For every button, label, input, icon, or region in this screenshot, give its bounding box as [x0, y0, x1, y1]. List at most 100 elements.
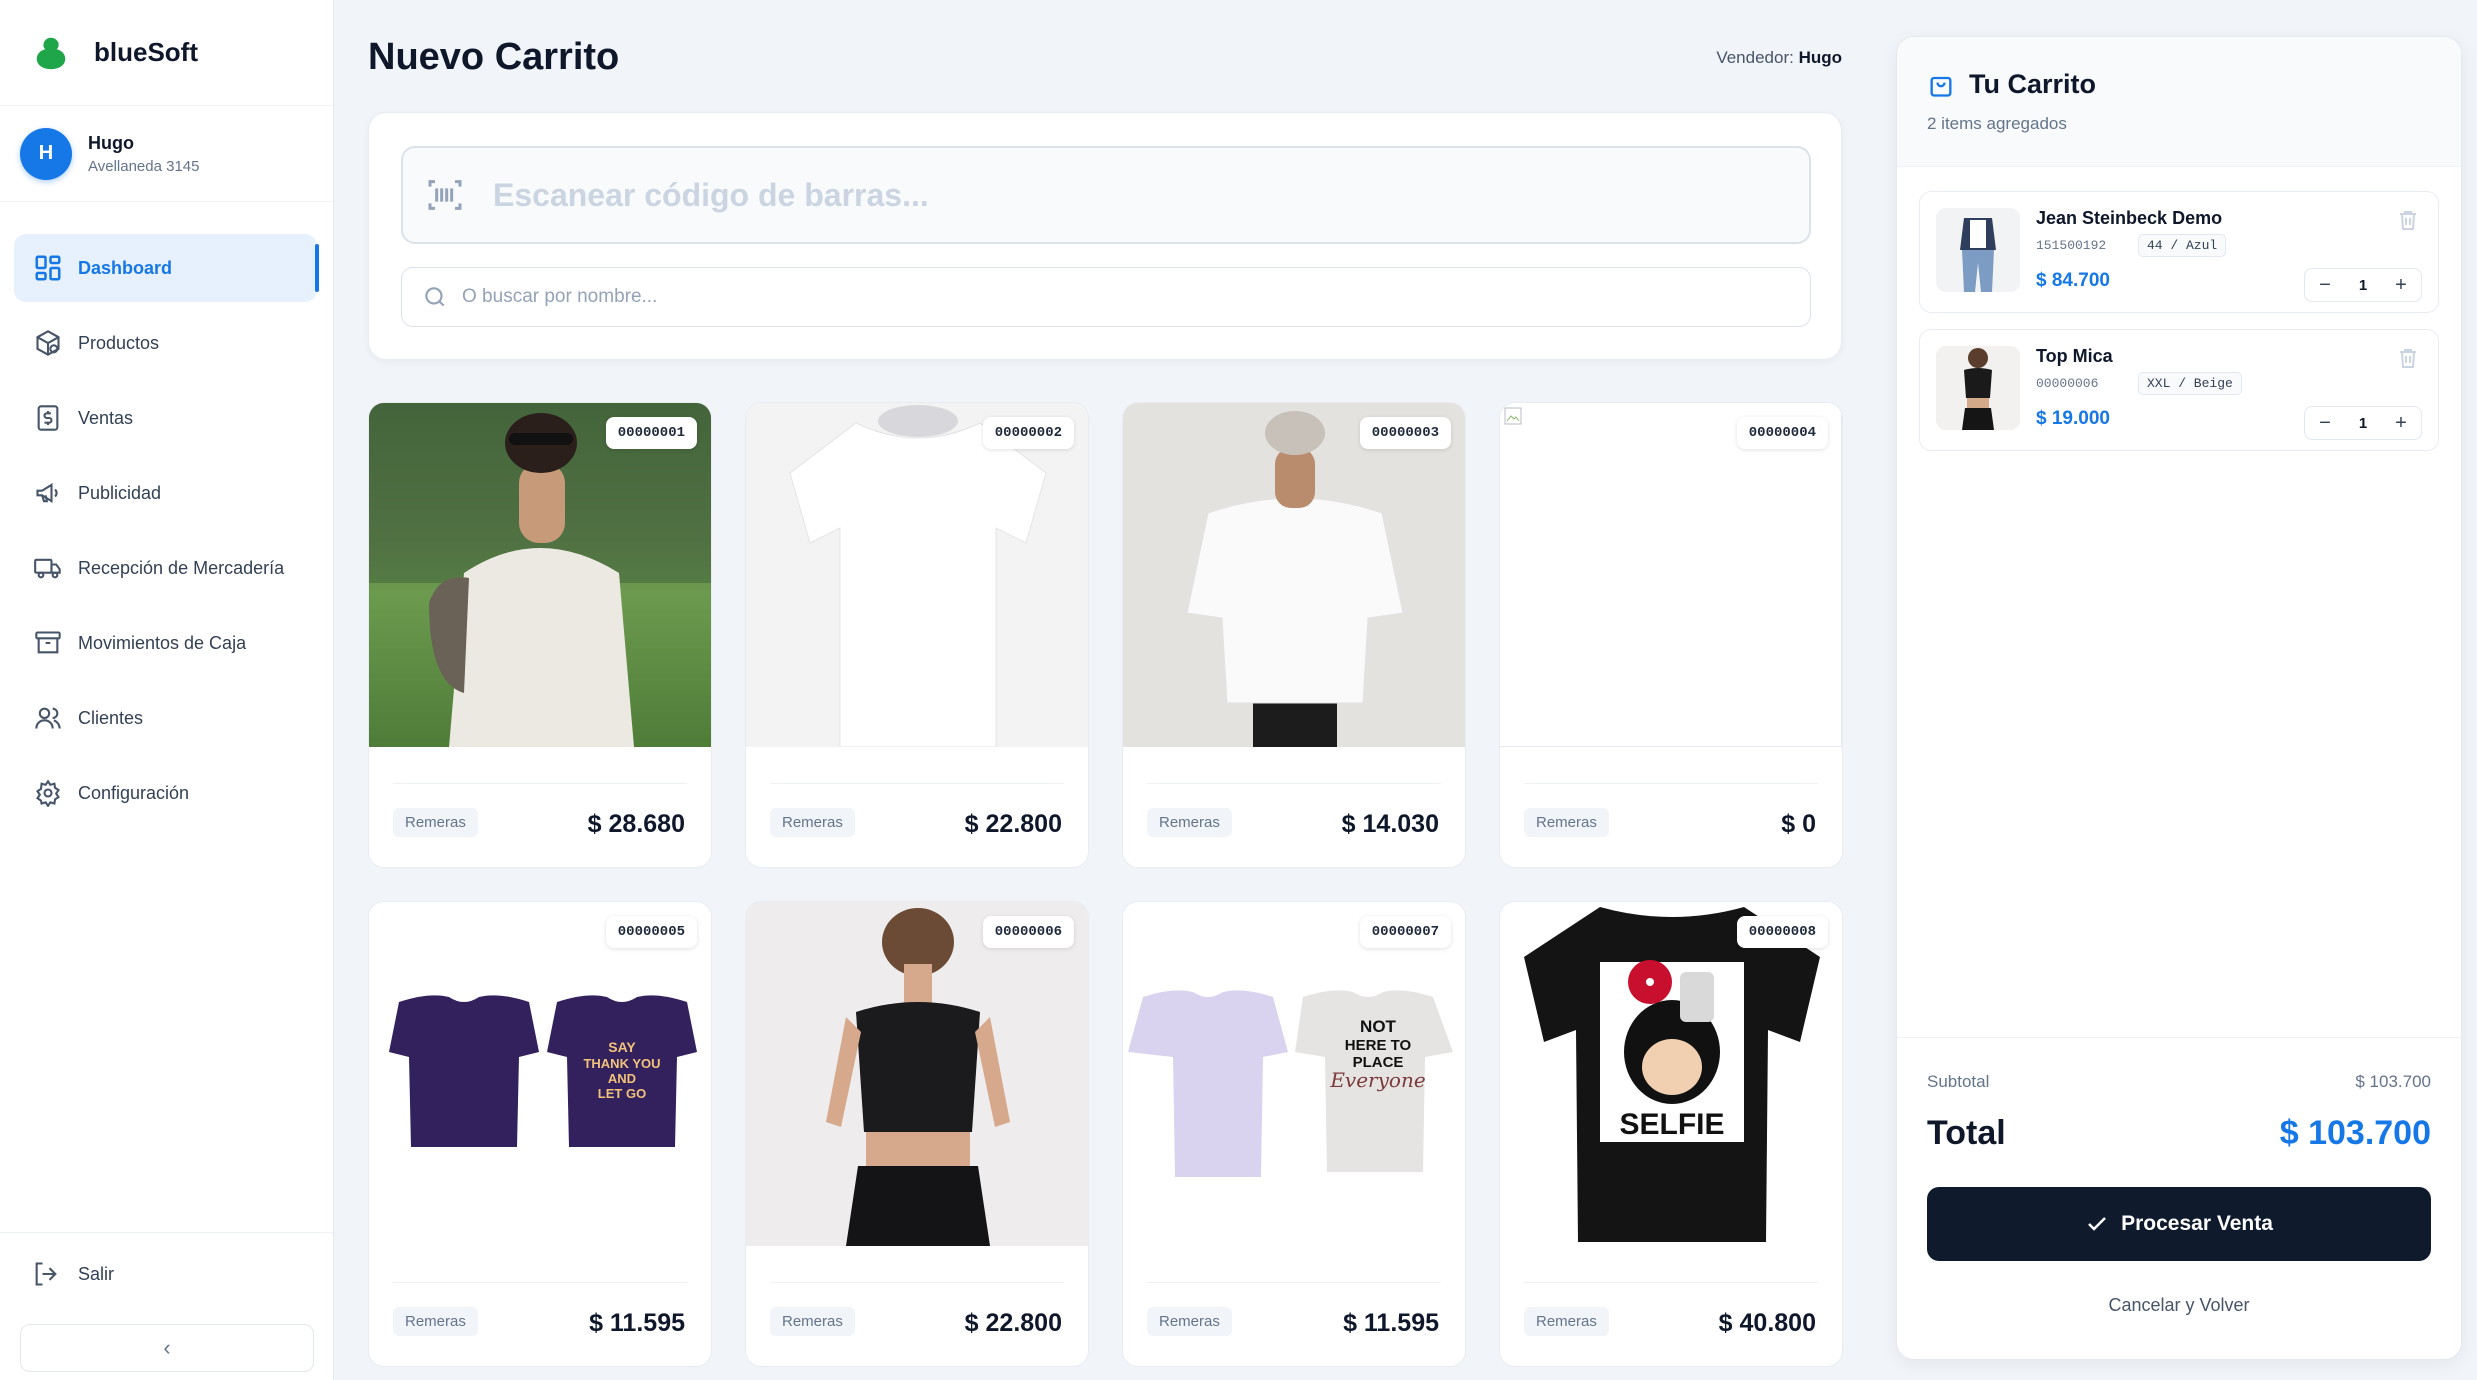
broken-image-icon [1504, 407, 1522, 425]
seller-name: Hugo [1798, 48, 1842, 67]
sidebar-item-label: Recepción de Mercadería [78, 557, 285, 578]
svg-text:LET GO: LET GO [598, 1086, 646, 1101]
seller-label: Vendedor: [1716, 48, 1794, 67]
product-card[interactable]: SAY THANK YOU AND LET GO 00000005 Remera… [368, 901, 712, 1367]
product-code-badge: 00000006 [982, 916, 1074, 948]
category-tag: Remeras [770, 1307, 855, 1336]
increment-button[interactable]: + [2391, 412, 2411, 435]
product-card[interactable]: 00000006 Remeras $ 22.800 [745, 901, 1089, 1367]
sidebar-item-configuracion[interactable]: Configuración [14, 759, 317, 827]
sidebar-item-ventas[interactable]: Ventas [14, 384, 317, 452]
card-divider [393, 1282, 687, 1283]
total-row: Total $ 103.700 [1927, 1114, 2431, 1153]
product-card[interactable]: SELFIE 00000008 Remeras $ 40.800 [1499, 901, 1843, 1367]
card-divider [1524, 1282, 1818, 1283]
product-image: NOT HERE TO PLACE Everyone [1123, 902, 1465, 1246]
quantity-value[interactable]: 1 [2359, 277, 2367, 294]
subtotal-label: Subtotal [1927, 1072, 1990, 1091]
sidebar-item-movimientos[interactable]: Movimientos de Caja [14, 609, 317, 677]
brand[interactable]: blueSoft [0, 0, 333, 106]
purple-tee-pair-illustration: SAY THANK YOU AND LET GO [389, 995, 697, 1147]
card-divider [770, 1282, 1064, 1283]
total-label: Total [1927, 1114, 2006, 1152]
sidebar: blueSoft H Hugo Avellaneda 3145 Dashboar… [0, 0, 334, 1380]
truck-icon [32, 552, 64, 584]
sidebar-item-publicidad[interactable]: Publicidad [14, 459, 317, 527]
sales-icon [32, 402, 64, 434]
product-code-badge: 00000007 [1359, 916, 1451, 948]
quantity-value[interactable]: 1 [2359, 415, 2367, 432]
sidebar-item-label: Ventas [78, 407, 134, 428]
sidebar-item-label: Dashboard [78, 257, 173, 278]
cart-item-code: 151500192 [2036, 238, 2107, 253]
user-profile[interactable]: H Hugo Avellaneda 3145 [0, 106, 333, 202]
svg-text:SELFIE: SELFIE [1619, 1108, 1724, 1141]
category-tag: Remeras [1524, 1307, 1609, 1336]
jeans-model-illustration [1936, 208, 2020, 292]
search-input[interactable] [462, 286, 1662, 308]
cart-item-variant: 44 / Azul [2138, 234, 2227, 257]
lavender-and-grey-tee-illustration: NOT HERE TO PLACE Everyone [1128, 990, 1453, 1177]
user-name: Hugo [88, 132, 134, 153]
process-sale-button[interactable]: Procesar Venta [1927, 1187, 2431, 1261]
logout-icon [32, 1260, 60, 1288]
white-tee-illustration [789, 405, 1047, 747]
barcode-field[interactable] [401, 146, 1811, 244]
increment-button[interactable]: + [2391, 274, 2411, 297]
category-tag: Remeras [1147, 808, 1232, 837]
name-search-field[interactable] [401, 267, 1811, 327]
trash-icon[interactable] [2396, 208, 2420, 232]
check-icon [2088, 1217, 2106, 1231]
product-code-badge: 00000004 [1736, 417, 1828, 449]
product-price: $ 11.595 [589, 1309, 685, 1337]
brand-name: blueSoft [94, 37, 198, 67]
product-price: $ 40.800 [1718, 1309, 1816, 1337]
brand-logo-icon [36, 37, 66, 69]
seller-info: Vendedor: Hugo [1716, 48, 1842, 68]
svg-text:HERE TO: HERE TO [1345, 1037, 1412, 1054]
crop-top-model-illustration [1936, 346, 2020, 430]
sidebar-item-productos[interactable]: Productos [14, 309, 317, 377]
cart-item-variant: XXL / Beige [2138, 372, 2242, 395]
product-card[interactable]: NOT HERE TO PLACE Everyone 00000007 Reme… [1122, 901, 1466, 1367]
cart-item-name: Jean Steinbeck Demo [2036, 208, 2223, 228]
sidebar-item-dashboard[interactable]: Dashboard [14, 234, 319, 302]
sidebar-item-recepcion[interactable]: Recepción de Mercadería [14, 534, 317, 602]
decrement-button[interactable]: − [2315, 412, 2335, 435]
logout-label: Salir [78, 1263, 115, 1284]
product-code-badge: 00000005 [605, 916, 697, 948]
trash-icon[interactable] [2396, 346, 2420, 370]
barcode-input[interactable] [493, 176, 1693, 214]
cart-item-thumbnail [1936, 346, 2020, 430]
product-card[interactable]: 00000004 Remeras $ 0 [1499, 402, 1843, 868]
model-oversized-tee-illustration [1186, 411, 1404, 747]
product-image [746, 403, 1088, 747]
svg-text:Everyone: Everyone [1329, 1068, 1425, 1092]
cart-title: Tu Carrito [1927, 69, 2431, 100]
product-code-badge: 00000003 [1359, 417, 1451, 449]
product-price: $ 11.595 [1343, 1309, 1439, 1337]
sidebar-item-label: Productos [78, 332, 160, 353]
cart-item-list: Jean Steinbeck Demo 151500192 44 / Azul … [1897, 167, 2461, 451]
product-card[interactable]: 00000001 Remeras $ 28.680 [368, 402, 712, 868]
cart-item-name: Top Mica [2036, 346, 2113, 366]
product-price: $ 22.800 [964, 1309, 1062, 1337]
collapse-sidebar-button[interactable]: ‹ [20, 1324, 314, 1372]
decrement-button[interactable]: − [2315, 274, 2335, 297]
dashboard-icon [32, 252, 64, 284]
sidebar-nav: Dashboard Productos Ventas Publicidad Re… [0, 202, 333, 827]
main-content: Nuevo Carrito Vendedor: Hugo Escanear có… [368, 0, 1843, 1380]
product-grid: 00000001 Remeras $ 28.680 00000002 Remer… [368, 402, 1843, 1367]
cancel-and-return-link[interactable]: Cancelar y Volver [1927, 1295, 2431, 1316]
sidebar-item-clientes[interactable]: Clientes [14, 684, 317, 752]
product-card[interactable]: 00000003 Remeras $ 14.030 [1122, 402, 1466, 868]
product-card[interactable]: 00000002 Remeras $ 22.800 [745, 402, 1089, 868]
barcode-scan-icon [428, 180, 462, 210]
process-sale-label: Procesar Venta [2121, 1212, 2273, 1235]
product-image-broken [1500, 403, 1842, 747]
product-image [369, 403, 711, 747]
cart-panel: Tu Carrito 2 items agregados Jean Steinb… [1896, 36, 2462, 1360]
megaphone-icon [32, 477, 64, 509]
logout-button[interactable]: Salir [0, 1259, 333, 1289]
cart-item-count: 2 items agregados [1927, 114, 2067, 133]
